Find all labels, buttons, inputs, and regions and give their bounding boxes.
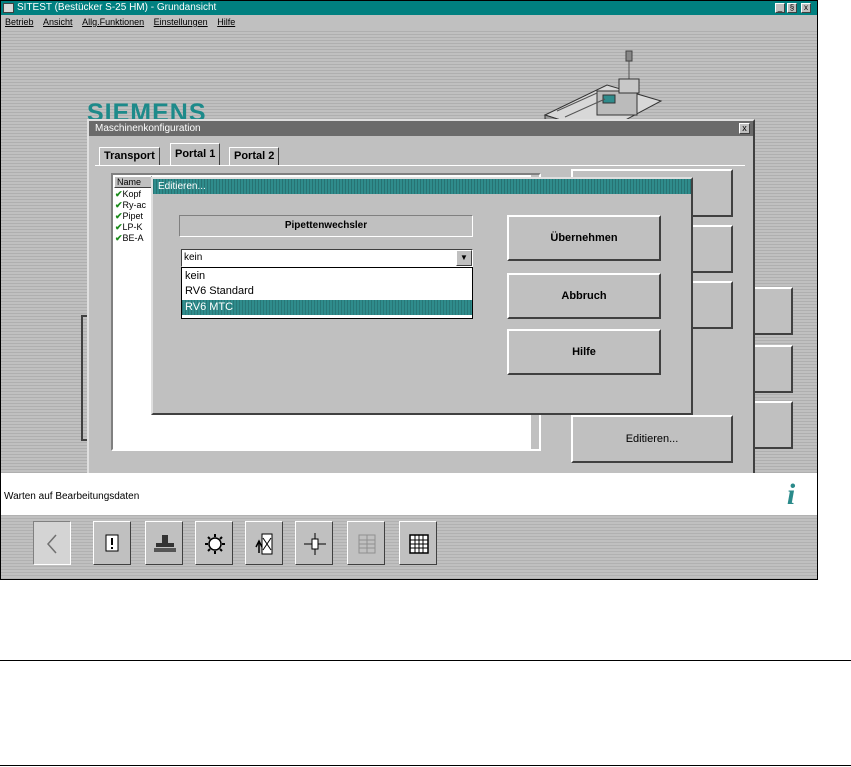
- app-title: SITEST (Bestücker S-25 HM) - Grundansich…: [17, 2, 217, 13]
- list-header-name[interactable]: Name: [114, 176, 152, 188]
- apply-button[interactable]: Übernehmen: [507, 215, 661, 261]
- tab-transport[interactable]: Transport: [99, 147, 160, 165]
- check-icon: ✔: [115, 200, 123, 210]
- close-button[interactable]: x: [801, 3, 811, 13]
- select-value: kein: [184, 252, 203, 263]
- status-text: Warten auf Bearbeitungsdaten: [4, 491, 140, 502]
- config-window-title: Maschinenkonfiguration: [95, 123, 201, 134]
- menu-einstellungen[interactable]: Einstellungen: [154, 17, 208, 27]
- grid-disabled-icon[interactable]: [347, 521, 385, 565]
- edit-dialog-title: Editieren...: [153, 179, 691, 194]
- menu-ansicht[interactable]: Ansicht: [43, 17, 73, 27]
- alert-icon[interactable]: [93, 521, 131, 565]
- pipette-transfer-icon[interactable]: [245, 521, 283, 565]
- separator-line: [0, 765, 851, 766]
- tab-portal-2[interactable]: Portal 2: [229, 147, 280, 165]
- minimize-button[interactable]: _: [775, 3, 785, 13]
- bottom-toolbar: [1, 515, 817, 579]
- cancel-button[interactable]: Abbruch: [507, 273, 661, 319]
- grid-icon[interactable]: [399, 521, 437, 565]
- tab-portal-1[interactable]: Portal 1: [170, 143, 221, 165]
- back-arrow-icon[interactable]: [33, 521, 71, 565]
- info-icon[interactable]: i: [779, 479, 803, 513]
- config-close-button[interactable]: x: [739, 123, 750, 134]
- dropdown-list[interactable]: kein RV6 Standard RV6 MTC: [181, 267, 473, 319]
- option-kein[interactable]: kein: [182, 269, 472, 284]
- tab-panel-edge: [95, 165, 745, 166]
- edit-dialog: Editieren... Pipettenwechsler kein ▼ kei…: [151, 177, 693, 415]
- check-icon: ✔: [115, 189, 123, 199]
- menu-betrieb[interactable]: Betrieb: [5, 17, 34, 27]
- separator-line: [0, 660, 851, 661]
- check-icon: ✔: [115, 233, 123, 243]
- axis-icon[interactable]: [295, 521, 333, 565]
- background-button-1[interactable]: [753, 287, 793, 335]
- pipette-changer-select[interactable]: kein ▼: [181, 249, 473, 267]
- status-bar: Warten auf Bearbeitungsdaten i: [1, 473, 817, 515]
- menu-allg-funktionen[interactable]: Allg.Funktionen: [82, 17, 144, 27]
- maximize-button[interactable]: §: [787, 3, 797, 13]
- app-title-bar: SITEST (Bestücker S-25 HM) - Grundansich…: [1, 1, 817, 15]
- list-item[interactable]: ✔Pipet: [115, 211, 143, 222]
- menu-hilfe[interactable]: Hilfe: [217, 17, 235, 27]
- option-rv6-standard[interactable]: RV6 Standard: [182, 284, 472, 299]
- list-item[interactable]: ✔LP-K: [115, 222, 143, 233]
- list-item[interactable]: ✔Ry-ac: [115, 200, 146, 211]
- list-item[interactable]: ✔Kopf: [115, 189, 141, 200]
- menu-bar: Betrieb Ansicht Allg.Funktionen Einstell…: [1, 15, 817, 29]
- background-button-3[interactable]: [753, 401, 793, 449]
- screenshot-frame: SITEST (Bestücker S-25 HM) - Grundansich…: [0, 0, 818, 580]
- feeder-icon[interactable]: [145, 521, 183, 565]
- background-button-2[interactable]: [753, 345, 793, 393]
- config-window-title-bar: Maschinenkonfiguration x: [89, 121, 753, 136]
- chevron-down-icon[interactable]: ▼: [456, 250, 472, 266]
- edit-button[interactable]: Editieren...: [571, 415, 733, 463]
- check-icon: ✔: [115, 211, 123, 221]
- pipette-changer-label: Pipettenwechsler: [179, 215, 473, 237]
- check-icon: ✔: [115, 222, 123, 232]
- option-rv6-mtc[interactable]: RV6 MTC: [182, 300, 472, 315]
- app-system-icon[interactable]: [3, 3, 14, 13]
- help-button[interactable]: Hilfe: [507, 329, 661, 375]
- gear-icon[interactable]: [195, 521, 233, 565]
- list-item[interactable]: ✔BE-A: [115, 233, 144, 244]
